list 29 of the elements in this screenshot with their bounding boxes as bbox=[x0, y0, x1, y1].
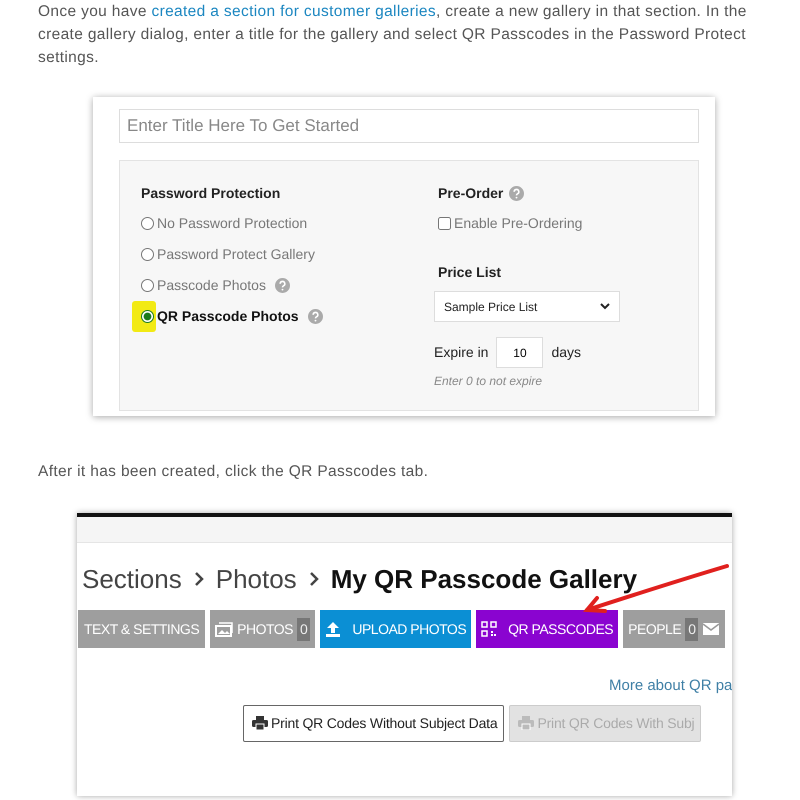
instruction-text: After it has been created, click the QR Passcodes tab. bbox=[38, 462, 430, 482]
count-badge: 0 bbox=[297, 618, 310, 640]
tab[interactable]: QR PASSCODES bbox=[476, 610, 618, 648]
tab[interactable]: PHOTOS 0 bbox=[210, 610, 316, 648]
unit-label: days bbox=[551, 343, 582, 362]
page-title: My QR Passcode Gallery bbox=[330, 562, 638, 596]
tab[interactable]: UPLOAD PHOTOS bbox=[320, 610, 472, 648]
checkbox-option[interactable]: Enable Pre-Ordering bbox=[438, 208, 582, 239]
count-badge: 0 bbox=[685, 618, 698, 640]
hint-text: Enter 0 to not expire bbox=[434, 373, 544, 390]
tab[interactable]: PEOPLE 0 bbox=[623, 610, 726, 648]
tab[interactable]: TEXT & SETTINGS bbox=[78, 610, 206, 648]
print-button[interactable]: Print QR Codes Without Subject Data bbox=[243, 704, 504, 742]
breadcrumb-link[interactable]: Sections bbox=[82, 560, 182, 598]
more-link[interactable]: More about QR pa bbox=[609, 675, 732, 698]
section-heading: Password Protection bbox=[141, 184, 282, 203]
title-field[interactable]: Enter Title Here To Get Started bbox=[119, 109, 699, 143]
link[interactable]: created a section for customer galleries bbox=[151, 3, 436, 20]
section-heading: Pre-Order bbox=[438, 184, 504, 203]
radio-option[interactable]: Passcode Photos bbox=[141, 270, 290, 301]
expire-field[interactable]: 10 bbox=[496, 337, 544, 368]
price-list-select[interactable]: Sample Price List bbox=[434, 291, 620, 322]
radio-option[interactable]: No Password Protection bbox=[141, 208, 308, 239]
expire-label: Expire in bbox=[434, 343, 488, 362]
radio-option[interactable]: Password Protect Gallery bbox=[141, 239, 315, 270]
section-heading: Price List bbox=[438, 263, 502, 282]
intro-text: Once you have created a section for customer galleries, create a new gallery in that section. In the create gallery dialog, enter a title for the gallery and select QR Passcodes in the Password Protect settings. bbox=[38, 2, 748, 68]
breadcrumb-link[interactable]: Photos bbox=[216, 560, 297, 598]
radio-option[interactable]: QR Passcode Photos bbox=[141, 301, 323, 332]
